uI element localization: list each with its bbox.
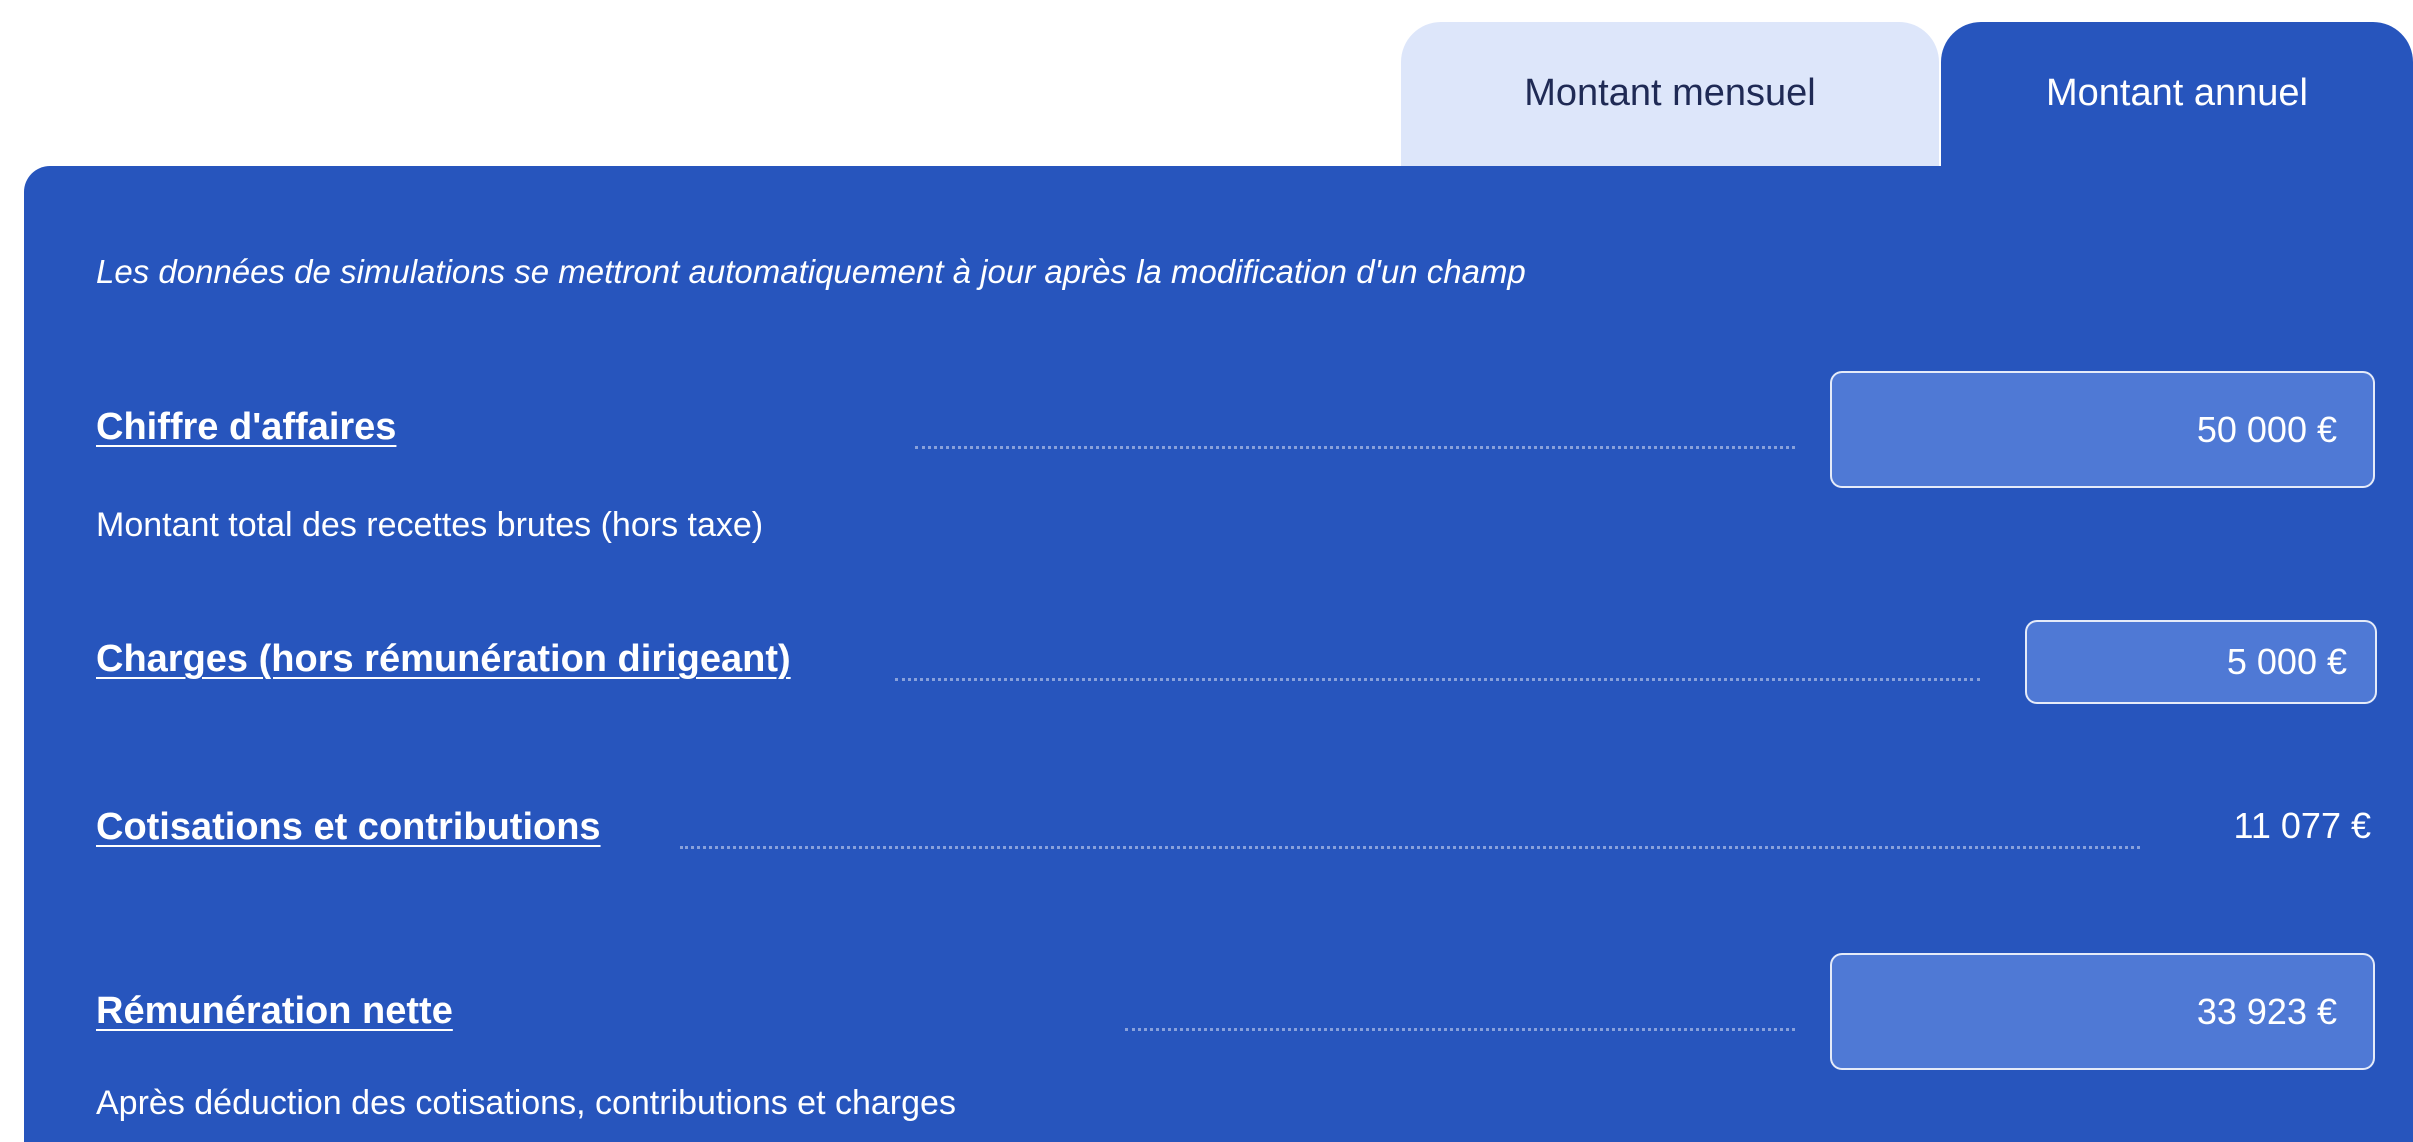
- revenue-input[interactable]: 50 000 €: [1830, 371, 2375, 488]
- revenue-label[interactable]: Chiffre d'affaires: [96, 406, 396, 449]
- net-pay-description: Après déduction des cotisations, contrib…: [96, 1084, 956, 1122]
- charges-label[interactable]: Charges (hors rémunération dirigeant): [96, 638, 791, 681]
- net-pay-label[interactable]: Rémunération nette: [96, 990, 453, 1033]
- net-pay-leader-dots: [1125, 1028, 1795, 1031]
- contributions-leader-dots: [680, 846, 2140, 849]
- charges-input[interactable]: 5 000 €: [2025, 620, 2377, 704]
- charges-leader-dots: [895, 678, 1980, 681]
- tab-annual-amount[interactable]: Montant annuel: [1941, 22, 2413, 170]
- revenue-description: Montant total des recettes brutes (hors …: [96, 506, 764, 544]
- contributions-value: 11 077 €: [2233, 805, 2371, 846]
- tab-monthly-amount[interactable]: Montant mensuel: [1401, 22, 1939, 170]
- auto-update-hint: Les données de simulations se mettront a…: [96, 253, 1526, 290]
- revenue-leader-dots: [915, 446, 1795, 449]
- contributions-label[interactable]: Cotisations et contributions: [96, 806, 601, 849]
- net-pay-input[interactable]: 33 923 €: [1830, 953, 2375, 1070]
